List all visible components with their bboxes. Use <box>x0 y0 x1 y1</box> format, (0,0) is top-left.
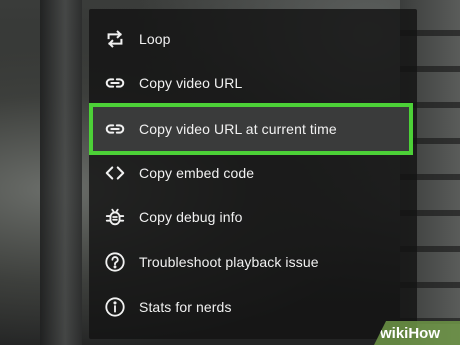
menu-item-copy-video-url[interactable]: Copy video URL <box>89 61 417 105</box>
info-circle-icon <box>104 296 126 318</box>
menu-item-copy-embed-code[interactable]: Copy embed code <box>89 151 417 195</box>
menu-item-copy-video-url-at-current-time[interactable]: Copy video URL at current time <box>89 103 413 155</box>
background-pillar <box>40 0 82 345</box>
wikihow-watermark: wikiHow <box>374 321 460 345</box>
loop-icon <box>104 28 126 50</box>
menu-item-copy-debug-info[interactable]: Copy debug info <box>89 195 417 239</box>
menu-item-troubleshoot-playback-issue[interactable]: Troubleshoot playback issue <box>89 240 417 284</box>
menu-item-label: Copy debug info <box>139 209 243 225</box>
menu-item-label: Stats for nerds <box>139 299 232 315</box>
code-icon <box>104 162 126 184</box>
bug-icon <box>104 206 126 228</box>
link-icon <box>104 118 126 140</box>
help-circle-icon <box>104 251 126 273</box>
watermark-logo-text: wikiHow <box>380 325 440 342</box>
menu-item-label: Copy embed code <box>139 165 255 181</box>
video-context-menu: Loop Copy video URL Copy video URL at cu… <box>89 9 417 339</box>
menu-item-label: Loop <box>139 31 171 47</box>
menu-item-label: Copy video URL at current time <box>139 121 337 137</box>
menu-item-stats-for-nerds[interactable]: Stats for nerds <box>89 285 417 329</box>
link-icon <box>104 72 126 94</box>
menu-item-label: Troubleshoot playback issue <box>139 254 319 270</box>
menu-item-label: Copy video URL <box>139 75 243 91</box>
menu-item-loop[interactable]: Loop <box>89 17 417 61</box>
